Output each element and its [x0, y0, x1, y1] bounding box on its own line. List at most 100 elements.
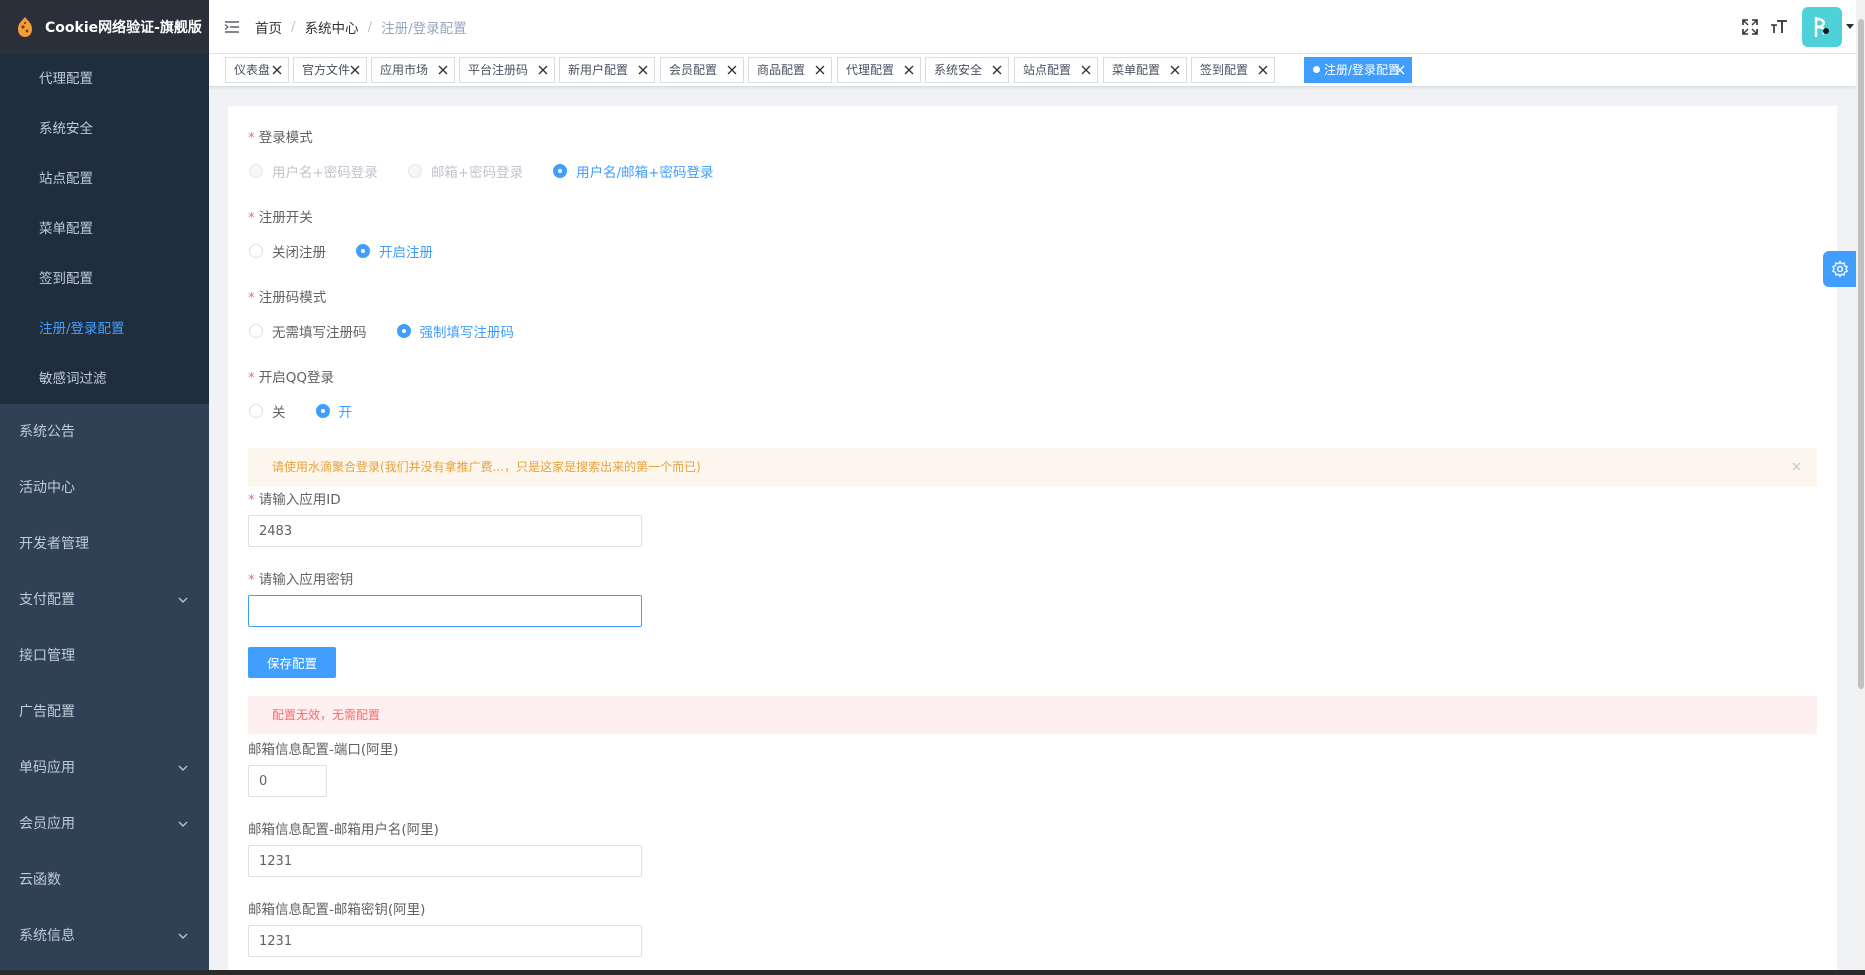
radio-username-email-password[interactable]: 用户名/邮箱+密码登录: [553, 161, 714, 181]
font-size-icon[interactable]: [1769, 17, 1789, 37]
tag-app-market[interactable]: 应用市场: [371, 57, 455, 83]
sidebar-item-payment-config[interactable]: 支付配置: [0, 572, 209, 628]
breadcrumb-home[interactable]: 首页: [255, 17, 282, 37]
sidebar-item-activity-center[interactable]: 活动中心: [0, 460, 209, 516]
radio-username-password[interactable]: 用户名+密码登录: [249, 161, 378, 181]
app-secret-label: * 请输入应用密钥: [248, 572, 354, 588]
mail-user-input[interactable]: [248, 845, 642, 877]
tag-checkin-config[interactable]: 签到配置: [1191, 57, 1275, 83]
close-icon[interactable]: [1258, 65, 1268, 75]
mail-port-input[interactable]: [248, 765, 327, 797]
close-icon[interactable]: [1395, 65, 1405, 75]
tag-label: 仪表盘: [234, 63, 271, 77]
chevron-down-icon: [177, 796, 189, 852]
tag-new-user-config[interactable]: 新用户配置: [559, 57, 655, 83]
sidebar-item-single-code-app[interactable]: 单码应用: [0, 740, 209, 796]
close-icon[interactable]: [638, 65, 648, 75]
sidebar-item-announcements[interactable]: 系统公告: [0, 404, 209, 460]
register-code-mode-radio-group: 无需填写注册码 强制填写注册码: [249, 321, 514, 341]
tag-product-config[interactable]: 商品配置: [748, 57, 832, 83]
tag-label: 商品配置: [757, 63, 806, 77]
login-mode-label: * 登录模式: [248, 130, 313, 146]
breadcrumb-system-center[interactable]: 系统中心: [305, 17, 359, 37]
sidebar-item-member-app[interactable]: 会员应用: [0, 796, 209, 852]
close-icon[interactable]: [350, 65, 360, 75]
close-icon[interactable]: [272, 65, 282, 75]
app-secret-input[interactable]: [248, 595, 642, 627]
sidebar-item-ad-config[interactable]: 广告配置: [0, 684, 209, 740]
sidebar-item-developer-management[interactable]: 开发者管理: [0, 516, 209, 572]
chevron-down-icon: [177, 572, 189, 628]
register-switch-radio-group: 关闭注册 开启注册: [249, 241, 433, 261]
close-icon[interactable]: [727, 65, 737, 75]
radio-require-register-code[interactable]: 强制填写注册码: [396, 321, 514, 341]
save-config-button[interactable]: 保存配置: [248, 647, 336, 678]
radio-no-register-code[interactable]: 无需填写注册码: [249, 321, 367, 341]
sidebar-item-register-login-config[interactable]: 注册/登录配置: [0, 304, 209, 354]
sidebar-item-system-security[interactable]: 系统安全: [0, 104, 209, 154]
navbar: 首页 / 系统中心 / 注册/登录配置: [209, 0, 1856, 54]
sidebar-item-cloud-functions[interactable]: 云函数: [0, 852, 209, 908]
scrollbar-thumb[interactable]: [1858, 19, 1864, 689]
sidebar-item-system-info[interactable]: 系统信息: [0, 908, 209, 964]
mail-port-label: 邮箱信息配置-端口(阿里): [248, 742, 399, 758]
radio-close-register[interactable]: 关闭注册: [249, 241, 326, 261]
tag-member-config[interactable]: 会员配置: [660, 57, 744, 83]
avatar-icon: [1814, 17, 1829, 37]
tag-system-security[interactable]: 系统安全: [925, 57, 1009, 83]
close-icon[interactable]: [538, 65, 548, 75]
avatar[interactable]: [1802, 7, 1842, 47]
close-icon[interactable]: [904, 65, 914, 75]
close-icon[interactable]: [1170, 65, 1180, 75]
logo-icon: [18, 17, 32, 37]
radio-qq-off[interactable]: 关: [249, 401, 286, 421]
logo[interactable]: Cookie网络验证-旗舰版: [0, 0, 209, 54]
radio-circle: [249, 324, 263, 338]
radio-email-password[interactable]: 邮箱+密码登录: [407, 161, 523, 181]
gear-icon: [1832, 260, 1848, 278]
close-icon[interactable]: [815, 65, 825, 75]
sidebar-item-label: 菜单配置: [39, 221, 93, 237]
radio-label: 用户名/邮箱+密码登录: [576, 165, 714, 181]
window-bottom-edge: [0, 970, 1865, 975]
sidebar-item-checkin-config[interactable]: 签到配置: [0, 254, 209, 304]
sidebar-item-site-config[interactable]: 站点配置: [0, 154, 209, 204]
sidebar-item-agent-config[interactable]: 代理配置: [0, 54, 209, 104]
fullscreen-icon[interactable]: [1740, 17, 1760, 37]
tag-platform-register-code[interactable]: 平台注册码: [459, 57, 555, 83]
tag-label: 应用市场: [380, 63, 429, 77]
settings-button[interactable]: [1823, 251, 1857, 287]
sidebar-item-api-management[interactable]: 接口管理: [0, 628, 209, 684]
error-alert-text: 配置无效，无需配置: [272, 708, 381, 722]
caret-down-icon[interactable]: [1846, 24, 1854, 30]
sidebar-submenu: 代理配置 系统安全 站点配置 菜单配置 签到配置 注册/登录配置 敏感词过滤: [0, 54, 209, 404]
tag-official-files[interactable]: 官方文件: [293, 57, 367, 83]
warning-alert: 请使用水滴聚合登录(我们并没有拿推广费...，只是这家是搜索出来的第一个而已): [248, 448, 1817, 486]
close-icon[interactable]: [992, 65, 1002, 75]
radio-circle: [396, 324, 411, 338]
close-icon[interactable]: [438, 65, 448, 75]
mail-password-input[interactable]: [248, 925, 642, 957]
breadcrumb-separator: /: [367, 19, 373, 35]
radio-label: 关闭注册: [272, 245, 326, 261]
sidebar-item-label: 单码应用: [19, 760, 75, 776]
radio-open-register[interactable]: 开启注册: [356, 241, 433, 261]
app-id-label: * 请输入应用ID: [248, 492, 341, 508]
tag-register-login-config[interactable]: 注册/登录配置: [1304, 57, 1412, 83]
radio-qq-on[interactable]: 开: [315, 401, 352, 421]
sidebar-item-menu-config[interactable]: 菜单配置: [0, 204, 209, 254]
tag-agent-config[interactable]: 代理配置: [837, 57, 921, 83]
close-icon[interactable]: [1792, 462, 1801, 471]
active-dot-icon: [1313, 66, 1320, 73]
tag-dashboard[interactable]: 仪表盘: [225, 57, 289, 83]
tag-label: 代理配置: [846, 63, 895, 77]
register-code-mode-label: * 注册码模式: [248, 290, 327, 306]
tag-site-config[interactable]: 站点配置: [1014, 57, 1098, 83]
app-id-input[interactable]: [248, 515, 642, 547]
close-icon[interactable]: [1081, 65, 1091, 75]
mail-password-label: 邮箱信息配置-邮箱密钥(阿里): [248, 902, 426, 918]
sidebar-item-label: 系统安全: [39, 121, 93, 137]
menu-fold-icon[interactable]: [224, 19, 240, 35]
tag-menu-config[interactable]: 菜单配置: [1103, 57, 1187, 83]
sidebar-item-sensitive-word-filter[interactable]: 敏感词过滤: [0, 354, 209, 404]
